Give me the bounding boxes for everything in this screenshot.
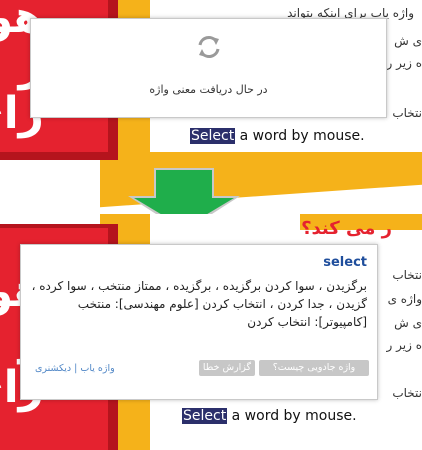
background-text: ه زیر ر — [386, 338, 422, 352]
background-text: واژه ی — [387, 292, 422, 306]
definition-text: برگزیدن ، سوا کردن برگزیده ، برگزیده ، م… — [31, 279, 367, 329]
selected-word[interactable]: Select — [182, 408, 228, 424]
reload-icon — [198, 36, 220, 58]
background-text: ی ش — [394, 316, 422, 330]
footer-links: واژه یاب | دیکشنری — [35, 363, 115, 374]
loading-message: در حال دریافت معنی واژه — [149, 83, 268, 96]
background-text: ه زیر ر — [386, 56, 422, 70]
loading-popup: در حال دریافت معنی واژه — [30, 18, 387, 118]
what-is-button[interactable]: واژه جادویی چیست؟ — [259, 360, 369, 376]
demo-sentence: Select a word by mouse. — [182, 408, 357, 424]
vazheyab-link[interactable]: واژه یاب — [80, 363, 114, 374]
dictionary-link[interactable]: دیکشنری — [35, 363, 71, 374]
heading-fragment: ر می کند؟ — [301, 218, 392, 239]
demo-sentence: Select a word by mouse. — [190, 128, 365, 144]
link-separator: | — [71, 363, 81, 374]
demo-rest: a word by mouse. — [227, 408, 357, 424]
demo-rest: a word by mouse. — [235, 128, 365, 144]
background-text: نتخاب — [392, 386, 422, 400]
background-text: نتخاب — [392, 268, 422, 282]
background-text: ی ش — [394, 34, 422, 48]
definition-popup: select برگزیدن ، سوا کردن برگزیده ، برگز… — [20, 244, 378, 400]
report-error-button[interactable]: گزارش خطا — [199, 360, 255, 376]
background-text: نتخاب — [392, 106, 422, 120]
word-title: select — [323, 255, 367, 270]
selected-word[interactable]: Select — [190, 128, 236, 144]
